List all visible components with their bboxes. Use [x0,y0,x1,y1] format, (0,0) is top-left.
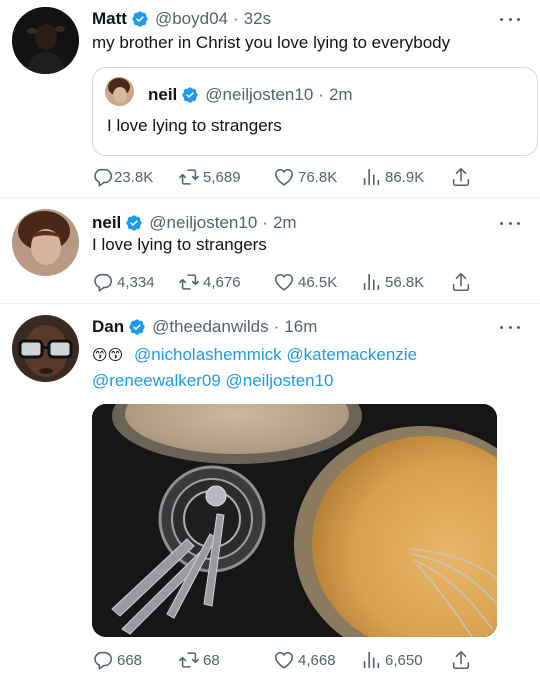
handle[interactable]: @boyd04 [155,9,228,29]
avatar [105,77,134,106]
retweet-button[interactable]: 68 [178,649,220,671]
mention-link[interactable]: @neiljosten10 [226,371,334,390]
display-name[interactable]: Dan [92,317,124,337]
heart-icon [273,271,295,293]
handle[interactable]: @neiljosten10 [149,213,257,233]
like-button[interactable]: 76.8K [273,166,337,188]
reply-icon [92,166,114,188]
retweet-count: 5,689 [203,168,241,186]
tweet-1[interactable]: Matt @boyd04 · 32s my brother in Christ … [0,0,540,198]
separator-dot: · [232,9,239,28]
share-button[interactable] [450,271,475,293]
avatar[interactable] [12,315,79,382]
views-count: 6,650 [385,651,423,669]
tweet-text: I love lying to strangers [92,235,267,254]
tweet-actions: 4,334 4,676 46.5K 56.8K [92,271,482,293]
separator-dot: · [273,317,280,336]
avatar[interactable] [12,209,79,276]
views-icon [360,166,382,188]
views-button[interactable]: 86.9K [360,166,424,188]
reply-icon [92,649,114,671]
reply-count: 668 [117,651,143,669]
retweet-icon [178,271,200,293]
views-icon [360,649,382,671]
tweet-2[interactable]: neil @neiljosten10 · 2m I love lying to … [0,198,540,304]
separator-dot: · [262,213,268,232]
share-icon [450,271,472,293]
share-icon [450,649,472,671]
verified-badge-icon [125,214,143,232]
more-icon[interactable] [500,320,520,334]
more-icon[interactable] [500,216,520,230]
timestamp: 2m [328,85,353,104]
share-icon [450,166,472,188]
retweet-icon [178,649,200,671]
retweet-count: 68 [203,651,220,669]
like-count: 76.8K [298,168,338,186]
timestamp[interactable]: 16m [284,317,317,337]
tweet-text: 😙😙 @nicholashemmick @katemackenzie @rene… [92,342,512,393]
tweet-actions: 23.8K 5,689 76.8K 86.9K [92,166,482,188]
more-icon[interactable] [500,12,520,26]
heart-icon [273,649,295,671]
reply-count: 4,334 [117,273,155,291]
tweet-text: my brother in Christ you love lying to e… [92,33,451,52]
display-name: neil [148,85,178,104]
like-count: 46.5K [298,273,338,291]
tweet-header: Dan @theedanwilds · 16m [92,317,317,337]
verified-badge-icon [131,10,149,28]
retweet-button[interactable]: 5,689 [178,166,241,188]
heart-icon [273,166,295,188]
reply-count: 23.8K [114,168,154,186]
handle: @neiljosten10 [205,85,314,104]
like-button[interactable]: 4,668 [273,649,336,671]
retweet-count: 4,676 [203,273,241,291]
avatar[interactable] [12,7,79,74]
views-icon [360,271,382,293]
retweet-icon [178,166,200,188]
display-name[interactable]: neil [92,213,121,233]
reply-button[interactable]: 23.8K [92,166,153,188]
reply-button[interactable]: 4,334 [92,271,155,293]
views-count: 86.9K [385,168,425,186]
handle[interactable]: @theedanwilds [152,317,269,337]
emoji: 😙😙 [92,347,124,364]
reply-icon [92,271,114,293]
share-button[interactable] [450,649,475,671]
retweet-button[interactable]: 4,676 [178,271,241,293]
mention-link[interactable]: @nicholashemmick [134,345,282,364]
tweet-header: neil @neiljosten10 · 2m [92,213,297,233]
timestamp[interactable]: 2m [273,213,297,233]
mention-link[interactable]: @katemackenzie [286,345,417,364]
verified-badge-icon [128,318,146,336]
tweet-header: Matt @boyd04 · 32s [92,9,271,29]
tweet-photo[interactable] [92,404,497,637]
quoted-tweet[interactable]: neil @neiljosten10 · 2m I love lying to … [92,67,538,156]
display-name[interactable]: Matt [92,9,127,29]
separator-dot: · [318,85,324,104]
mention-link[interactable]: @reneewalker09 [92,371,221,390]
reply-button[interactable]: 668 [92,649,142,671]
share-button[interactable] [450,166,475,188]
views-button[interactable]: 6,650 [360,649,423,671]
quoted-tweet-text: I love lying to strangers [107,116,282,135]
views-button[interactable]: 56.8K [360,271,424,293]
views-count: 56.8K [385,273,425,291]
quoted-tweet-header: neil @neiljosten10 · 2m [148,85,353,105]
like-count: 4,668 [298,651,336,669]
verified-badge-icon [181,86,199,104]
like-button[interactable]: 46.5K [273,271,337,293]
timestamp[interactable]: 32s [244,9,271,29]
tweet-actions: 668 68 4,668 6,650 [92,649,482,671]
